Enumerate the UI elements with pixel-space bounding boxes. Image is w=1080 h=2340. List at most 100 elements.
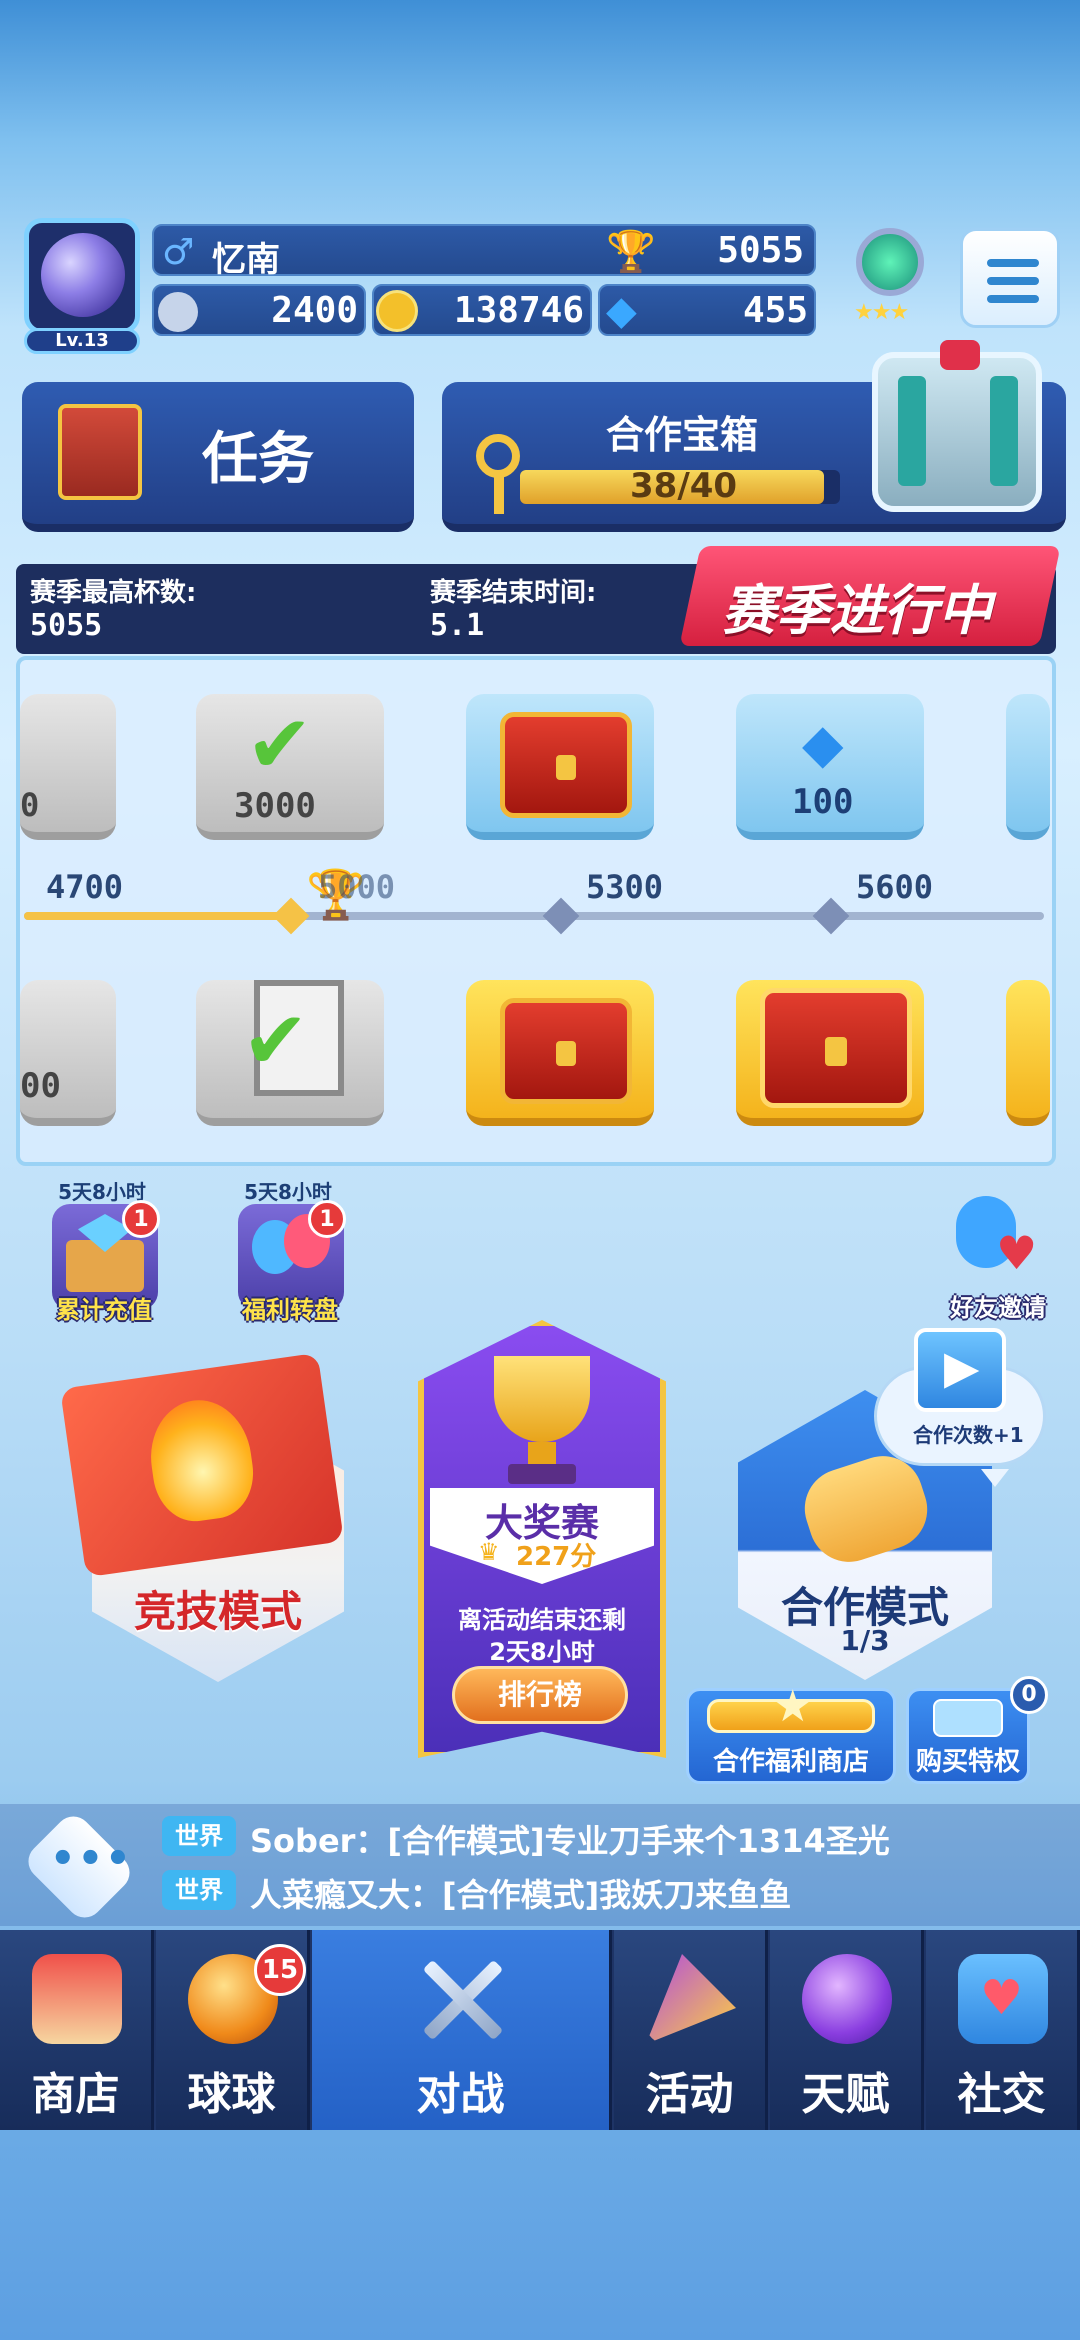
video-ad-icon[interactable]: ▶	[914, 1328, 1006, 1412]
season-status-text: 赛季进行中	[722, 579, 992, 642]
play-icon: ▶	[944, 1340, 980, 1394]
gem-icon: ◆	[802, 712, 844, 775]
gem-bar[interactable]: ◆ 455	[598, 284, 816, 336]
nav-shop[interactable]: 商店	[0, 1930, 154, 2130]
road-reward-top-2-value: 3000	[234, 786, 316, 826]
road-reward-top-4[interactable]: ◆ 100	[736, 694, 924, 840]
road-reward-top-1[interactable]: 0	[20, 694, 116, 840]
road-reward-top-1-value: 0	[20, 786, 40, 824]
coop-bonus-text: 合作次数+1	[913, 1423, 1024, 1447]
nav-social[interactable]: ♥ 社交	[926, 1930, 1080, 2130]
road-reward-top-2[interactable]: ✔ 3000	[196, 694, 384, 840]
party-popper-icon	[646, 1954, 736, 2044]
leaderboard-button[interactable]: 排行榜	[452, 1666, 628, 1724]
crossed-swords-icon	[412, 1950, 512, 2050]
rank-emblem-icon[interactable]: ★★★	[840, 222, 940, 332]
road-reward-top-3[interactable]	[466, 694, 654, 840]
road-reward-top-5[interactable]	[1006, 694, 1050, 840]
red-chest-icon	[500, 998, 632, 1104]
coop-chest-progress: 38/40	[520, 466, 840, 506]
friend-invite-button[interactable]: ♥	[946, 1196, 1042, 1296]
nav-talent[interactable]: 天赋	[770, 1930, 924, 2130]
season-best-label: 赛季最高杯数:	[30, 578, 197, 608]
trophy-icon	[468, 1356, 616, 1486]
crown-icon: ♛	[478, 1538, 500, 1566]
road-reward-bottom-1-value: 00	[20, 1066, 61, 1106]
coin-count: 138746	[453, 290, 584, 331]
coop-chest-title: 合作宝箱	[606, 413, 759, 457]
check-icon: ✔	[246, 698, 314, 791]
friend-invite-label: 好友邀请	[950, 1294, 1046, 1322]
milestone-label: 4700	[46, 868, 124, 906]
tasks-label: 任务	[202, 427, 314, 492]
season-end-label: 赛季结束时间:	[430, 578, 597, 608]
road-progress-fill	[24, 912, 294, 920]
nav-label: 天赋	[801, 2069, 890, 2120]
task-book-icon	[58, 404, 142, 500]
privilege-count-badge: 0	[1010, 1676, 1048, 1714]
road-reward-bottom-4[interactable]	[736, 980, 924, 1126]
gold-chest-icon	[760, 988, 912, 1108]
name-bar: ♂ 忆南 🏆 5055	[152, 224, 816, 280]
player-name: 忆南	[212, 240, 280, 280]
coin-icon	[376, 290, 418, 332]
red-chest-icon	[500, 712, 632, 818]
star-icon: ★	[773, 1681, 813, 1732]
nav-label: 球球	[187, 2069, 276, 2120]
nav-battle[interactable]: 对战	[312, 1930, 612, 2130]
grand-prix-remain-2: 2天8小时	[489, 1638, 595, 1666]
gem-count: 455	[742, 290, 808, 331]
coop-chest-progress-text: 38/40	[630, 466, 738, 506]
nav-events[interactable]: 活动	[614, 1930, 768, 2130]
chat-message: Sober：[合作模式]专业刀手来个1314圣光	[250, 1822, 890, 1860]
notification-badge: 1	[308, 1200, 346, 1238]
chat-channel-tag: 世界	[162, 1816, 236, 1856]
coop-mode-count: 1/3	[840, 1624, 890, 1657]
planet-icon	[802, 1954, 892, 2044]
buy-privilege-label: 购买特权	[915, 1747, 1020, 1777]
event-label: 福利转盘	[242, 1296, 338, 1324]
flame-icon	[143, 1393, 260, 1527]
treasure-chest-icon	[872, 340, 1042, 512]
player-level: Lv.13	[24, 328, 140, 354]
grand-prix-remain-1: 离活动结束还剩	[458, 1606, 626, 1634]
coop-welfare-shop-label: 合作福利商店	[712, 1747, 869, 1777]
milestone-label: 5300	[586, 868, 664, 906]
road-reward-bottom-2[interactable]: ✔	[196, 980, 384, 1126]
flag-icon	[60, 1352, 344, 1578]
coop-welfare-shop-button[interactable]: ★ 合作福利商店	[686, 1681, 896, 1784]
competitive-mode-label: 竞技模式	[133, 1587, 302, 1636]
menu-button[interactable]	[960, 228, 1060, 328]
chat-channel-tag: 世界	[162, 1870, 236, 1910]
more-dots-icon: •••	[50, 1836, 133, 1882]
player-avatar[interactable]	[24, 218, 140, 334]
season-best-value: 5055	[30, 608, 103, 643]
coop-chest-panel[interactable]: 合作宝箱 38/40	[442, 340, 1066, 532]
coin-bar[interactable]: 138746	[372, 284, 592, 336]
trophy-icon: 🏆	[606, 229, 656, 275]
energy-icon	[158, 292, 198, 332]
energy-bar[interactable]: 2400	[152, 284, 366, 336]
road-reward-bottom-5[interactable]	[1006, 980, 1050, 1126]
milestone-label: 5000	[318, 868, 396, 906]
energy-count: 2400	[271, 290, 358, 331]
phone-heart-icon: ♥	[958, 1954, 1048, 2044]
chat-message: 人菜瘾又大：[合作模式]我妖刀来鱼鱼	[250, 1876, 792, 1914]
event-label: 累计充值	[56, 1296, 152, 1324]
bubble-tail	[981, 1469, 1009, 1487]
milestone-label: 5600	[856, 868, 934, 906]
heart-icon: ♥	[996, 1226, 1038, 1280]
notification-badge: 1	[122, 1200, 160, 1238]
nav-label: 商店	[31, 2069, 120, 2120]
shop-icon	[32, 1954, 122, 2044]
trophy-count: 5055	[717, 230, 804, 271]
notification-badge: 15	[254, 1944, 306, 1996]
tasks-button[interactable]: 任务	[22, 382, 414, 532]
road-reward-bottom-3[interactable]	[466, 980, 654, 1126]
grand-prix-score: 227分	[516, 1542, 597, 1572]
road-reward-top-4-value: 100	[792, 782, 854, 822]
road-reward-bottom-1[interactable]: 00	[20, 980, 116, 1126]
nav-label: 活动	[645, 2069, 734, 2120]
season-end-value: 5.1	[430, 608, 485, 643]
check-icon: ✔	[242, 994, 310, 1087]
